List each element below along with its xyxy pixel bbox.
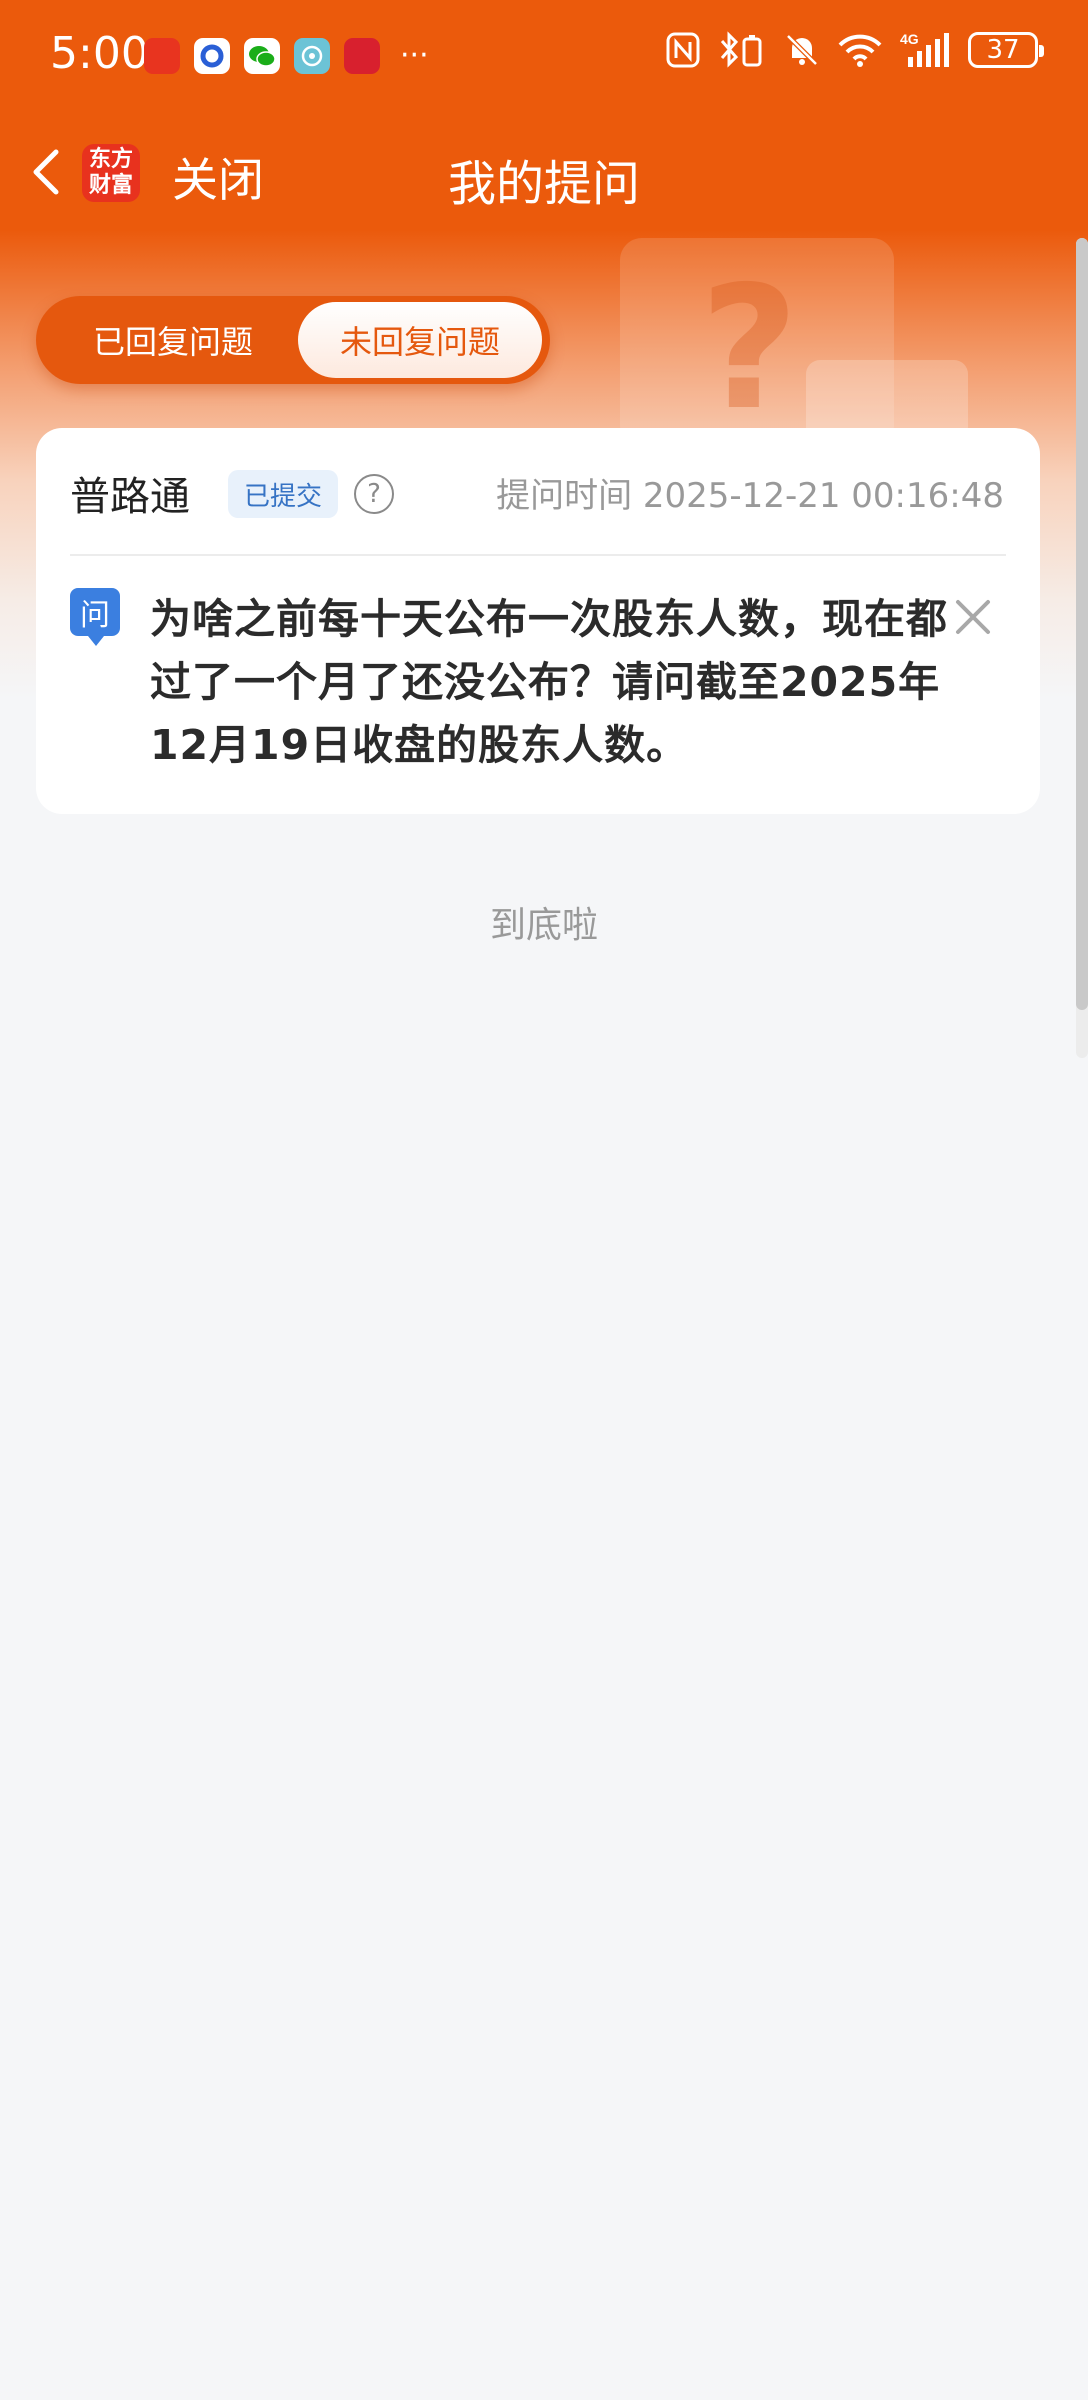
scrollbar-thumb[interactable]	[1076, 238, 1088, 1010]
question-text: 为啥之前每十天公布一次股东人数，现在都过了一个月了还没公布？请问截至2025年1…	[150, 595, 948, 769]
question-mark-illustration: ?	[700, 250, 799, 448]
question-time: 提问时间 2025-12-21 00:16:48	[496, 476, 1004, 516]
tab-replied[interactable]: 已回复问题	[48, 302, 298, 378]
close-icon[interactable]	[952, 596, 994, 638]
stock-name[interactable]: 普路通	[70, 464, 190, 522]
battery-icon: 37	[968, 32, 1044, 68]
status-badge: 已提交	[228, 470, 339, 518]
status-bar: 5:00 ··· 4G 37	[0, 0, 1088, 112]
question-tabs: 已回复问题 未回复问题	[36, 296, 550, 384]
circle-app-icon	[194, 38, 230, 74]
browser-app-icon	[294, 38, 330, 74]
nfc-icon	[666, 30, 700, 70]
help-icon[interactable]: ?	[354, 474, 394, 514]
tab-unreplied[interactable]: 未回复问题	[298, 302, 542, 378]
wifi-icon	[838, 30, 882, 70]
calendar-app-icon	[344, 38, 380, 74]
wechat-icon	[244, 38, 280, 74]
nav-bar: 东方 财富 关闭 我的提问	[0, 112, 1088, 232]
question-card[interactable]: 普路通 已提交 ? 提问时间 2025-12-21 00:16:48 问 为啥之…	[36, 428, 1040, 814]
end-of-list-note: 到底啦	[489, 905, 598, 946]
signal-icon: 4G	[900, 30, 950, 70]
bluetooth-icon	[718, 30, 766, 70]
page-title: 我的提问	[447, 156, 640, 212]
status-time: 5:00	[50, 28, 149, 79]
question-badge-icon: 问	[70, 588, 120, 646]
svg-text:4G: 4G	[900, 31, 919, 47]
huawei-icon	[144, 38, 180, 74]
divider	[70, 554, 1006, 556]
system-icons: 4G 37	[666, 30, 1044, 70]
page: ? 5:00 ··· 4G 37 东方 财富 关闭 我的提问 已回复问题 未回复…	[0, 0, 1088, 2400]
more-notifications-icon: ···	[400, 38, 429, 73]
mute-icon	[784, 30, 820, 70]
notification-icons: ···	[144, 38, 429, 74]
